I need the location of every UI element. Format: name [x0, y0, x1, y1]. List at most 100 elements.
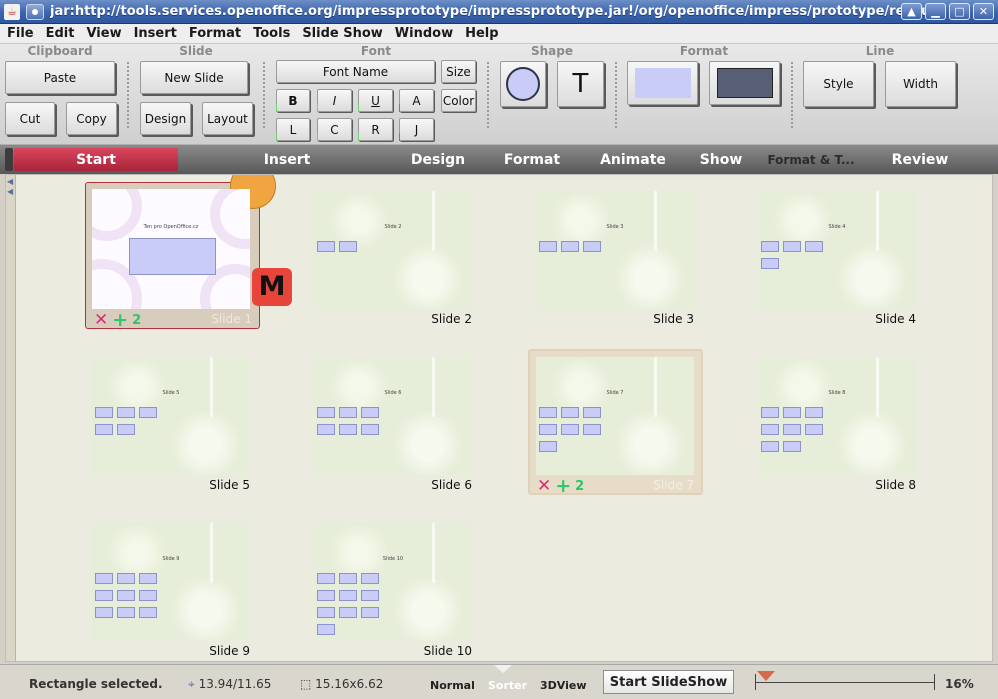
tab-format-text[interactable]: Format & T...: [756, 148, 866, 171]
zoom-slider[interactable]: [755, 671, 935, 691]
window-menu-icon[interactable]: [26, 3, 44, 20]
ellipse-shape-button[interactable]: [500, 61, 546, 107]
zoom-knob-icon[interactable]: [757, 671, 775, 681]
slide-thumbnail-6[interactable]: Slide 6: [314, 357, 472, 475]
font-color-button[interactable]: Color: [441, 89, 476, 112]
tab-insert[interactable]: Insert: [236, 148, 338, 171]
underline-button[interactable]: U: [358, 89, 393, 112]
slide-thumbnail-7[interactable]: Slide 7: [536, 357, 694, 475]
view-3dview[interactable]: 3DView: [540, 679, 587, 692]
slide-label: Slide 2: [431, 312, 472, 326]
menu-help[interactable]: Help: [460, 26, 503, 41]
slide-thumbnail-5[interactable]: Slide 5: [92, 357, 250, 475]
line-color-button[interactable]: [709, 61, 780, 105]
title-bar: ☕ jar:http://tools.services.openoffice.o…: [0, 0, 998, 24]
paste-label: Paste: [43, 70, 77, 85]
close-icon[interactable]: ✕: [973, 3, 994, 20]
position-readout: ⌖ 13.94/11.65: [188, 677, 271, 692]
line-style-label: Style: [823, 77, 854, 91]
placeholder-box: [139, 573, 157, 584]
add-icon[interactable]: +: [555, 475, 571, 497]
tree-pattern: [548, 193, 614, 249]
slide-thumbnail-1[interactable]: Ten pro OpenOffice.cz: [92, 189, 250, 309]
slide-thumbnail-10[interactable]: Slide 10: [314, 523, 472, 641]
placeholder-box: [583, 407, 601, 418]
menu-edit[interactable]: Edit: [41, 26, 80, 41]
tree-pattern: [326, 193, 392, 249]
collapse-arrow-icon[interactable]: ◀: [7, 187, 13, 196]
placeholder-box: [783, 241, 801, 252]
new-slide-button[interactable]: New Slide: [140, 61, 248, 94]
maximize-icon[interactable]: □: [949, 3, 970, 20]
tab-design[interactable]: Design: [388, 148, 488, 171]
bold-button[interactable]: B: [276, 89, 310, 112]
align-center-button[interactable]: C: [317, 118, 352, 141]
slide-thumbnail-4[interactable]: Slide 4: [758, 191, 916, 309]
view-sorter[interactable]: Sorter: [488, 679, 527, 692]
tab-show[interactable]: Show: [686, 148, 756, 171]
paste-button[interactable]: Paste: [5, 61, 115, 94]
placeholder-box: [761, 424, 779, 435]
line-width-button[interactable]: Width: [885, 61, 956, 107]
group-title-line: Line: [865, 44, 895, 58]
tab-start[interactable]: Start: [14, 148, 178, 171]
up-icon[interactable]: ▲: [901, 3, 922, 20]
line-width-label: Width: [903, 77, 938, 91]
slide-thumbnail-3[interactable]: Slide 3: [536, 191, 694, 309]
font-color-label: Color: [442, 93, 475, 108]
fill-color-button[interactable]: [627, 61, 698, 105]
align-right-label: R: [371, 122, 380, 137]
delete-icon[interactable]: ✕: [94, 310, 108, 330]
placeholder-box: [317, 424, 335, 435]
placeholder-box: [761, 407, 779, 418]
menu-window[interactable]: Window: [390, 26, 458, 41]
tab-review[interactable]: Review: [880, 148, 960, 171]
copy-button[interactable]: Copy: [66, 102, 117, 135]
slide-thumbnail-8[interactable]: Slide 8: [758, 357, 916, 475]
circle-icon: [506, 67, 540, 101]
slide-sorter[interactable]: ◀ ◀ Ten pro OpenOffice.cz M ✕ + 2 Slide …: [5, 174, 993, 662]
position-value: 13.94/11.65: [198, 677, 272, 691]
menu-format[interactable]: Format: [184, 26, 246, 41]
align-right-button[interactable]: R: [358, 118, 393, 141]
italic-label: I: [332, 93, 337, 108]
align-left-button[interactable]: L: [276, 118, 310, 141]
menu-tools[interactable]: Tools: [248, 26, 295, 41]
size-readout: ⬚ 15.16x6.62: [300, 677, 383, 691]
add-icon[interactable]: +: [112, 309, 128, 331]
underline-label: U: [371, 93, 380, 108]
tree-pattern: [770, 359, 836, 415]
view-normal[interactable]: Normal: [430, 679, 475, 692]
line-style-button[interactable]: Style: [803, 61, 874, 107]
layout-button[interactable]: Layout: [202, 102, 253, 135]
design-button[interactable]: Design: [140, 102, 191, 135]
placeholder-box: [339, 241, 357, 252]
placeholder-box: [339, 407, 357, 418]
minimize-icon[interactable]: ▁: [925, 3, 946, 20]
placeholder-box: [117, 407, 135, 418]
font-shadow-button[interactable]: A: [399, 89, 434, 112]
slide-thumbnail-2[interactable]: Slide 2: [314, 191, 472, 309]
font-size-button[interactable]: Size: [441, 60, 476, 83]
slide-title: Ten pro OpenOffice.cz: [143, 224, 199, 230]
selected-rectangle[interactable]: [129, 238, 216, 275]
cut-button[interactable]: Cut: [5, 102, 55, 135]
master-badge[interactable]: M: [252, 268, 292, 306]
tree-pattern: [170, 409, 242, 475]
delete-icon[interactable]: ✕: [537, 476, 551, 496]
tab-format[interactable]: Format: [488, 148, 576, 171]
start-slideshow-button[interactable]: Start SlideShow: [603, 670, 734, 694]
menu-insert[interactable]: Insert: [129, 26, 182, 41]
text-shape-button[interactable]: T: [557, 61, 604, 107]
separator: [791, 62, 793, 128]
italic-button[interactable]: I: [317, 89, 352, 112]
menu-slide-show[interactable]: Slide Show: [297, 26, 387, 41]
dark-fill-swatch: [716, 68, 773, 98]
slide-thumbnail-9[interactable]: Slide 9: [92, 523, 250, 641]
expand-arrow-icon[interactable]: ◀: [7, 177, 13, 186]
justify-button[interactable]: J: [399, 118, 434, 141]
menu-view[interactable]: View: [81, 26, 126, 41]
menu-file[interactable]: File: [2, 26, 39, 41]
font-name-button[interactable]: Font Name: [276, 60, 435, 83]
tab-animate[interactable]: Animate: [588, 148, 678, 171]
